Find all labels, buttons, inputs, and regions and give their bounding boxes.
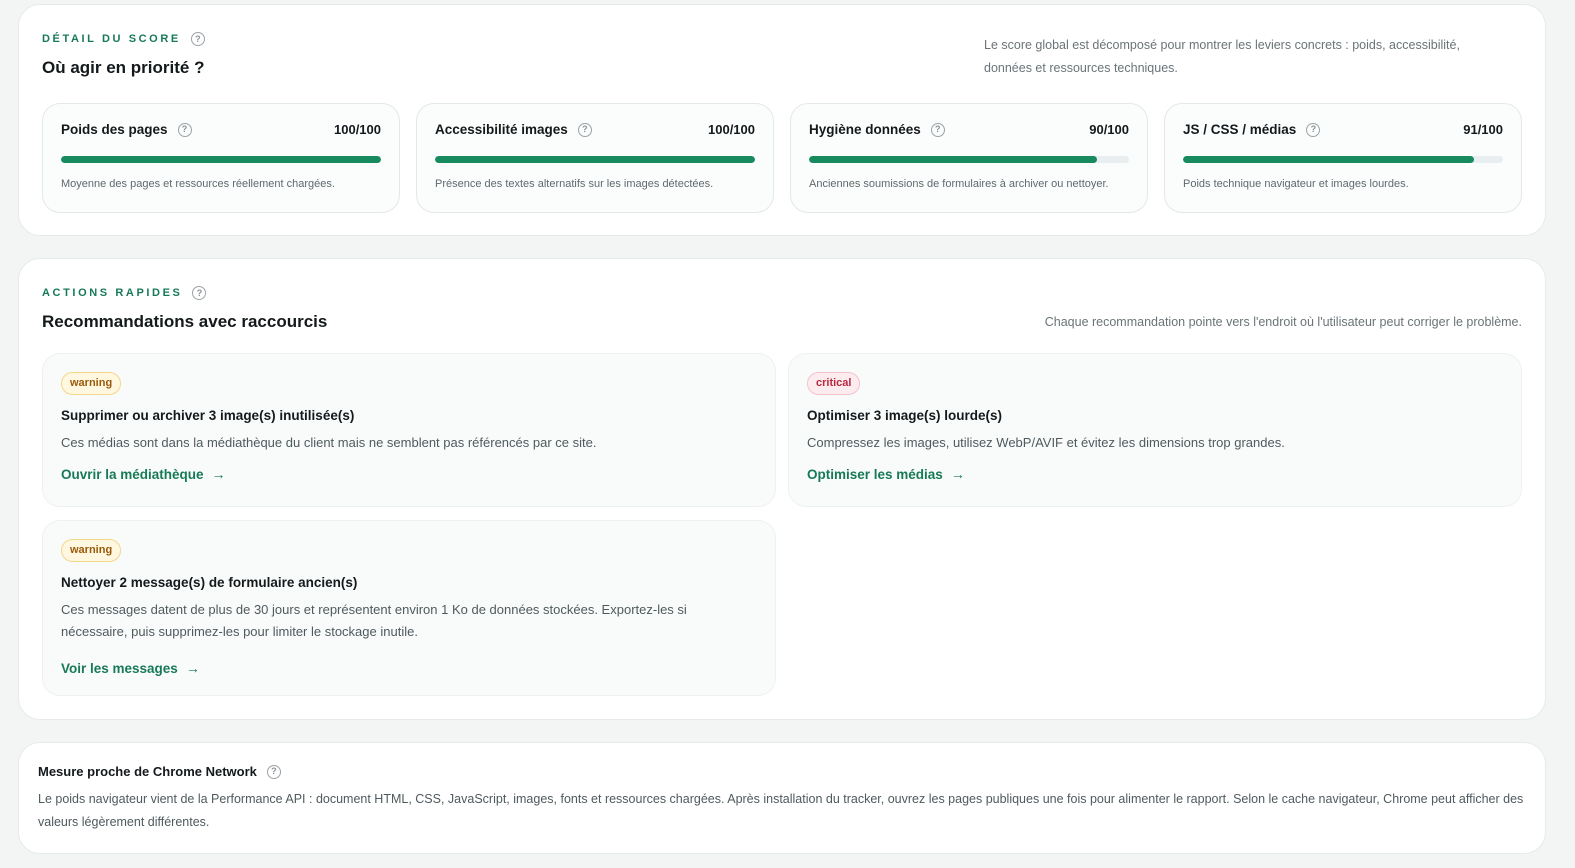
- quick-actions-eyebrow: ACTIONS RAPIDES ?: [42, 286, 207, 300]
- score-detail-panel: DÉTAIL DU SCORE ? Où agir en priorité ? …: [18, 4, 1546, 236]
- score-progress-bar: [435, 156, 755, 163]
- action-card-title: Supprimer ou archiver 3 image(s) inutili…: [61, 408, 355, 423]
- help-circle-icon[interactable]: ?: [1306, 122, 1321, 137]
- action-card-title: Nettoyer 2 message(s) de formulaire anci…: [61, 575, 358, 590]
- score-progress-fill: [61, 156, 381, 163]
- score-detail-eyebrow-label: DÉTAIL DU SCORE: [42, 33, 181, 45]
- action-card-description: Ces médias sont dans la médiathèque du c…: [61, 435, 597, 450]
- score-progress-fill: [1183, 156, 1475, 163]
- score-card-description: Anciennes soumissions de formulaires à a…: [809, 178, 1109, 190]
- score-card-label: Accessibilité images: [435, 122, 568, 137]
- quick-actions-panel: ACTIONS RAPIDES ? Recommandations avec r…: [18, 258, 1546, 720]
- score-card-label: Hygiène données: [809, 122, 921, 137]
- help-circle-icon[interactable]: ?: [190, 32, 205, 46]
- score-card-value: 100/100: [708, 122, 755, 137]
- score-progress-bar: [1183, 156, 1503, 163]
- score-progress-bar: [809, 156, 1129, 163]
- quick-actions-title: Recommandations avec raccourcis: [42, 312, 328, 331]
- arrow-right-icon: →: [185, 660, 200, 676]
- score-card-js-css-media: JS / CSS / médias ? 91/100 Poids techniq…: [1164, 103, 1522, 213]
- help-circle-icon[interactable]: ?: [930, 122, 945, 137]
- score-card-image-accessibility: Accessibilité images ? 100/100 Présence …: [416, 103, 774, 213]
- view-messages-link[interactable]: Voir les messages →: [61, 660, 200, 676]
- open-media-library-link[interactable]: Ouvrir la médiathèque →: [61, 466, 226, 482]
- action-card-old-messages: warning Nettoyer 2 message(s) de formula…: [42, 520, 776, 696]
- chrome-network-panel: Mesure proche de Chrome Network ? Le poi…: [18, 742, 1546, 854]
- action-link-label: Optimiser les médias: [807, 466, 943, 482]
- action-link-label: Voir les messages: [61, 660, 178, 676]
- action-card-heavy-images: critical Optimiser 3 image(s) lourde(s) …: [788, 353, 1522, 507]
- action-card-description: Compressez les images, utilisez WebP/AVI…: [807, 435, 1285, 450]
- help-circle-icon[interactable]: ?: [177, 122, 192, 137]
- action-card-title: Optimiser 3 image(s) lourde(s): [807, 408, 1003, 423]
- status-badge-warning: warning: [61, 539, 122, 562]
- score-card-label: Poids des pages: [61, 122, 168, 137]
- score-detail-description: Le score global est décomposé pour montr…: [984, 38, 1460, 75]
- score-card-description: Poids technique navigateur et images lou…: [1183, 178, 1409, 190]
- arrow-right-icon: →: [950, 466, 965, 482]
- score-progress-fill: [809, 156, 1097, 163]
- chrome-network-heading: Mesure proche de Chrome Network ?: [38, 764, 281, 779]
- score-progress-fill: [435, 156, 755, 163]
- action-link-label: Ouvrir la médiathèque: [61, 466, 204, 482]
- score-card-description: Présence des textes alternatifs sur les …: [435, 178, 714, 190]
- action-card-description: Ces messages datent de plus de 30 jours …: [61, 602, 687, 639]
- score-detail-eyebrow: DÉTAIL DU SCORE ?: [42, 32, 205, 46]
- quick-actions-description: Chaque recommandation pointe vers l'endr…: [1044, 315, 1522, 329]
- score-card-page-weight: Poids des pages ? 100/100 Moyenne des pa…: [42, 103, 400, 213]
- score-card-value: 91/100: [1463, 122, 1503, 137]
- action-card-unused-images: warning Supprimer ou archiver 3 image(s)…: [42, 353, 776, 507]
- score-progress-bar: [61, 156, 381, 163]
- arrow-right-icon: →: [211, 466, 226, 482]
- optimize-media-link[interactable]: Optimiser les médias →: [807, 466, 965, 482]
- help-circle-icon[interactable]: ?: [266, 764, 281, 779]
- score-card-label: JS / CSS / médias: [1183, 122, 1297, 137]
- score-detail-title: Où agir en priorité ?: [42, 58, 205, 77]
- quick-actions-eyebrow-label: ACTIONS RAPIDES: [42, 287, 183, 299]
- score-card-value: 100/100: [334, 122, 381, 137]
- score-card-description: Moyenne des pages et ressources réelleme…: [61, 178, 335, 190]
- help-circle-icon[interactable]: ?: [192, 286, 207, 300]
- score-card-value: 90/100: [1089, 122, 1129, 137]
- score-card-data-hygiene: Hygiène données ? 90/100 Anciennes soumi…: [790, 103, 1148, 213]
- status-badge-critical: critical: [807, 372, 861, 395]
- chrome-network-title: Mesure proche de Chrome Network: [38, 764, 257, 779]
- chrome-network-description: Le poids navigateur vient de la Performa…: [38, 792, 1524, 829]
- status-badge-warning: warning: [61, 372, 122, 395]
- help-circle-icon[interactable]: ?: [577, 122, 592, 137]
